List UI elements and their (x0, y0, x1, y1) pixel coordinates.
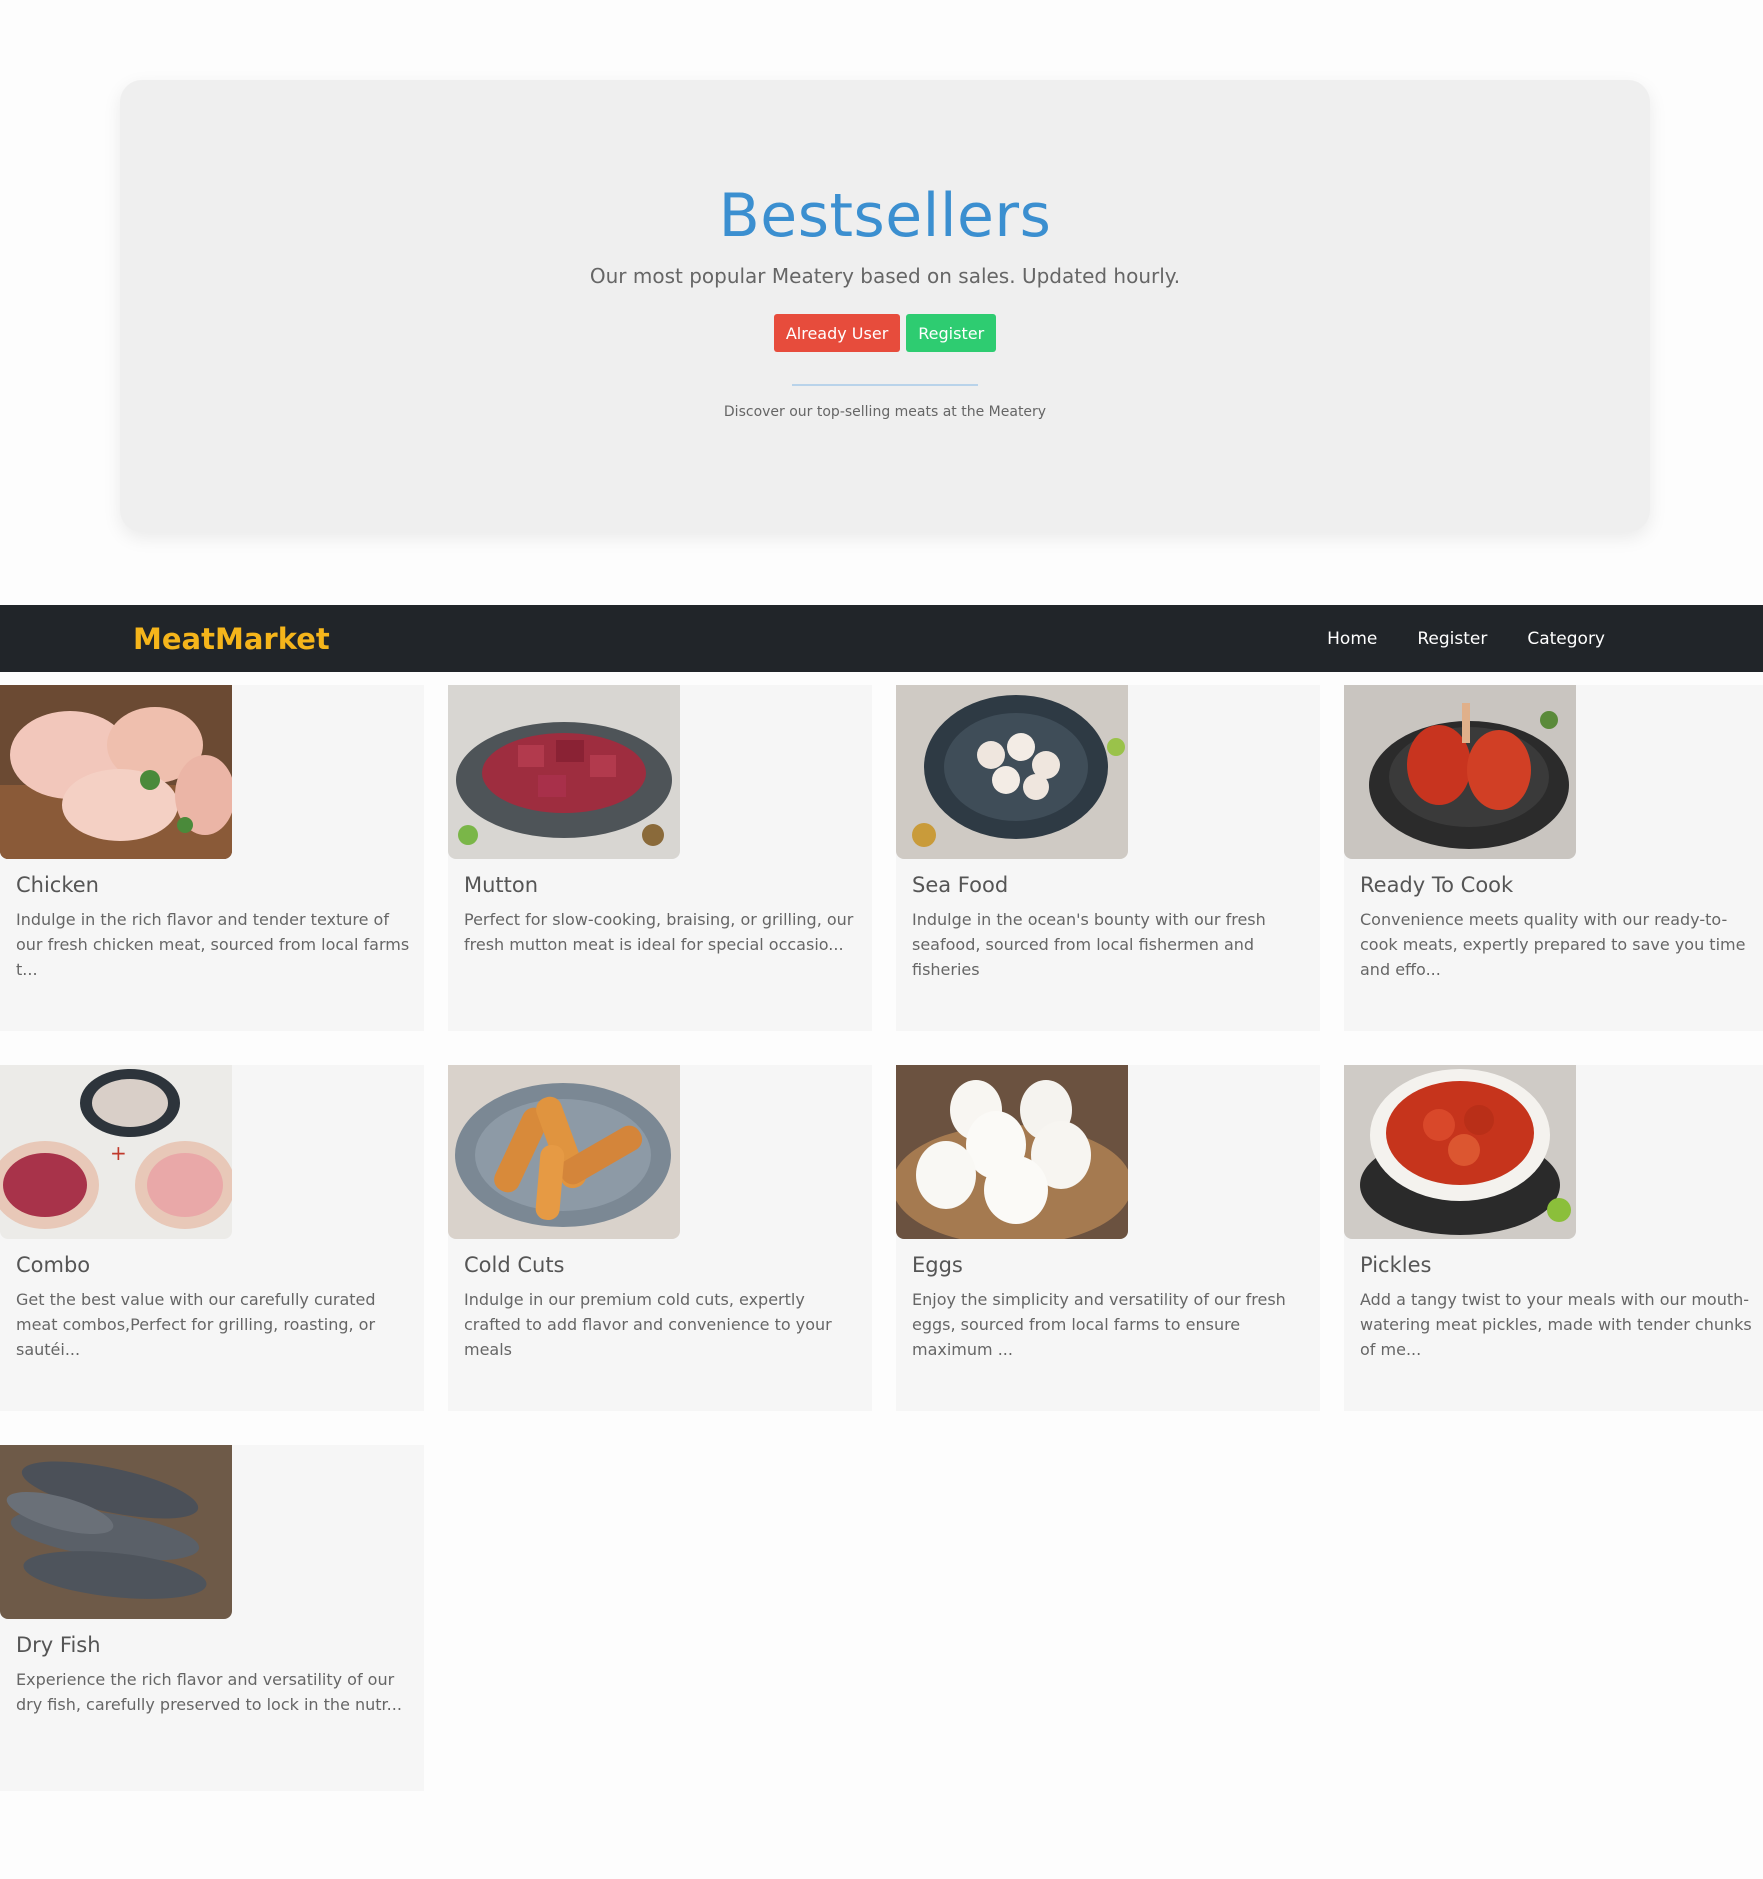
nav-links: Home Register Category (1327, 629, 1605, 649)
product-description: Get the best value with our carefully cu… (16, 1290, 376, 1359)
product-card-mutton[interactable]: Mutton Perfect for slow-cooking, braisin… (448, 685, 872, 1031)
seafood-image[interactable] (896, 685, 1128, 859)
mutton-image[interactable] (448, 685, 680, 859)
product-description: Enjoy the simplicity and versatility of … (912, 1290, 1286, 1359)
product-title: Cold Cuts (464, 1253, 565, 1277)
hero-note: Discover our top-selling meats at the Me… (723, 404, 1047, 420)
register-button[interactable]: Register (906, 314, 997, 352)
product-card-dry-fish[interactable]: Dry Fish Experience the rich flavor and … (0, 1445, 424, 1791)
product-card-ready-to-cook[interactable]: Ready To Cook Convenience meets quality … (1344, 685, 1763, 1031)
product-title: Dry Fish (16, 1633, 101, 1657)
product-description: Indulge in our premium cold cuts, expert… (464, 1290, 832, 1359)
product-card-combo[interactable]: + Combo Get the best value with our care… (0, 1065, 424, 1411)
already-user-button[interactable]: Already User (773, 314, 901, 352)
combo-image[interactable]: + (0, 1065, 232, 1239)
dry-fish-image[interactable] (0, 1445, 232, 1619)
product-card-chicken[interactable]: Chicken Indulge in the rich flavor and t… (0, 685, 424, 1031)
product-card-pickles[interactable]: Pickles Add a tangy twist to your meals … (1344, 1065, 1763, 1411)
eggs-image[interactable] (896, 1065, 1128, 1239)
product-description: Add a tangy twist to your meals with our… (1360, 1290, 1752, 1359)
product-description: Indulge in the rich flavor and tender te… (16, 910, 410, 979)
nav-link-register[interactable]: Register (1417, 629, 1487, 649)
hero-divider (792, 384, 978, 386)
product-description: Experience the rich flavor and versatili… (16, 1670, 402, 1714)
product-title: Mutton (464, 873, 539, 897)
product-title: Sea Food (912, 873, 1009, 897)
navbar: MeatMarket Home Register Category (0, 605, 1763, 672)
nav-link-home[interactable]: Home (1327, 629, 1377, 649)
nav-link-category[interactable]: Category (1527, 629, 1605, 649)
product-description: Convenience meets quality with our ready… (1360, 910, 1746, 979)
product-title: Chicken (16, 873, 99, 897)
svg-text:+: + (110, 1141, 127, 1165)
product-title: Eggs (912, 1253, 963, 1277)
product-card-seafood[interactable]: Sea Food Indulge in the ocean's bounty w… (896, 685, 1320, 1031)
product-title: Pickles (1360, 1253, 1432, 1277)
ready-to-cook-image[interactable] (1344, 685, 1576, 859)
brand-logo[interactable]: MeatMarket (133, 622, 330, 656)
hero-card: Bestsellers Our most popular Meatery bas… (120, 80, 1650, 532)
hero-section: Bestsellers Our most popular Meatery bas… (120, 80, 1650, 532)
hero-title: Bestsellers (718, 181, 1052, 251)
product-description: Perfect for slow-cooking, braising, or g… (464, 910, 854, 954)
cold-cuts-image[interactable] (448, 1065, 680, 1239)
product-title: Ready To Cook (1360, 873, 1514, 897)
product-card-eggs[interactable]: Eggs Enjoy the simplicity and versatilit… (896, 1065, 1320, 1411)
product-description: Indulge in the ocean's bounty with our f… (912, 910, 1266, 979)
pickles-image[interactable] (1344, 1065, 1576, 1239)
product-card-cold-cuts[interactable]: Cold Cuts Indulge in our premium cold cu… (448, 1065, 872, 1411)
hero-buttons: Already User Register (120, 314, 1650, 352)
product-title: Combo (16, 1253, 91, 1277)
chicken-image[interactable] (0, 685, 232, 859)
hero-subtitle: Our most popular Meatery based on sales.… (589, 264, 1181, 288)
